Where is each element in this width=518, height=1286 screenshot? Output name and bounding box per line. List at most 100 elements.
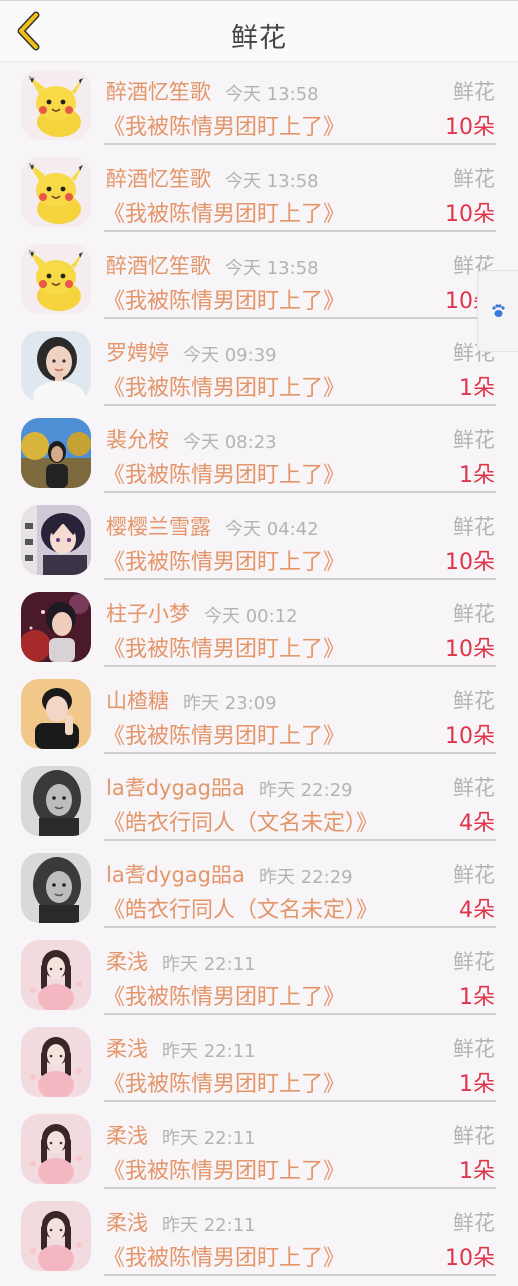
sender-name[interactable]: 柔浅 — [106, 946, 148, 976]
page-title: 鲜花 — [231, 23, 287, 54]
book-title[interactable]: 《我被陈情男团盯上了》 — [103, 109, 345, 141]
book-title[interactable]: 《我被陈情男团盯上了》 — [103, 544, 345, 576]
gift-row[interactable]: 罗娉婷 今天 09:39 鲜花 《我被陈情男团盯上了》 1朵 — [0, 329, 518, 416]
avatar[interactable] — [21, 940, 91, 1010]
avatar-image — [21, 331, 91, 401]
row-divider — [104, 317, 496, 319]
row-divider — [104, 665, 496, 667]
avatar-image — [21, 940, 91, 1010]
flower-count: 10朵 — [445, 724, 495, 749]
gift-row[interactable]: 醉酒忆笙歌 今天 13:58 鲜花 《我被陈情男团盯上了》 10朵 — [0, 155, 518, 242]
avatar-image — [21, 70, 91, 140]
avatar[interactable] — [21, 244, 91, 314]
sender-name[interactable]: la㖈dygag㗊a — [106, 772, 245, 802]
flower-count: 10朵 — [445, 637, 495, 662]
book-title[interactable]: 《我被陈情男团盯上了》 — [103, 718, 345, 750]
row-divider — [104, 926, 496, 928]
timestamp: 今天 09:39 — [183, 345, 277, 366]
avatar[interactable] — [21, 418, 91, 488]
avatar-image — [21, 853, 91, 923]
book-title[interactable]: 《我被陈情男团盯上了》 — [103, 1240, 345, 1272]
avatar[interactable] — [21, 157, 91, 227]
avatar[interactable] — [21, 1201, 91, 1271]
book-title[interactable]: 《我被陈情男团盯上了》 — [103, 1066, 345, 1098]
gift-row[interactable]: 柔浅 昨天 22:11 鲜花 《我被陈情男团盯上了》 1朵 — [0, 1112, 518, 1199]
row-divider — [104, 578, 496, 580]
timestamp: 今天 04:42 — [225, 519, 319, 540]
gift-list: 醉酒忆笙歌 今天 13:58 鲜花 《我被陈情男团盯上了》 10朵 醉酒忆笙歌 今天 13:… — [0, 68, 518, 1286]
gift-row[interactable]: 醉酒忆笙歌 今天 13:58 鲜花 《我被陈情男团盯上了》 10朵 — [0, 242, 518, 329]
sender-name[interactable]: 罗娉婷 — [106, 337, 169, 367]
sender-name[interactable]: 柔浅 — [106, 1207, 148, 1237]
row-divider — [104, 839, 496, 841]
row-divider — [104, 491, 496, 493]
timestamp: 昨天 23:09 — [183, 693, 277, 714]
avatar[interactable] — [21, 505, 91, 575]
paw-icon — [492, 304, 505, 317]
sender-name[interactable]: 裴允桉 — [106, 424, 169, 454]
floating-side-tab[interactable] — [477, 270, 518, 352]
flower-count: 1朵 — [459, 985, 495, 1010]
avatar[interactable] — [21, 331, 91, 401]
sender-name[interactable]: 醉酒忆笙歌 — [106, 76, 211, 106]
gift-row[interactable]: 裴允桉 今天 08:23 鲜花 《我被陈情男团盯上了》 1朵 — [0, 416, 518, 503]
sender-name[interactable]: 柱子小梦 — [106, 598, 190, 628]
gift-row[interactable]: 柔浅 昨天 22:11 鲜花 《我被陈情男团盯上了》 1朵 — [0, 938, 518, 1025]
book-title[interactable]: 《我被陈情男团盯上了》 — [103, 457, 345, 489]
avatar[interactable] — [21, 853, 91, 923]
sender-name[interactable]: 樱樱兰雪露 — [106, 511, 211, 541]
flower-count: 1朵 — [459, 463, 495, 488]
gift-row[interactable]: la㖈dygag㗊a 昨天 22:29 鲜花《皓衣行同人（文名未定）》 4朵 — [0, 764, 518, 851]
avatar[interactable] — [21, 70, 91, 140]
gift-type-label: 鲜花 — [453, 602, 495, 626]
avatar-image — [21, 1201, 91, 1271]
flower-count: 1朵 — [459, 376, 495, 401]
timestamp: 昨天 22:11 — [162, 954, 256, 975]
avatar[interactable] — [21, 766, 91, 836]
book-title[interactable]: 《我被陈情男团盯上了》 — [103, 283, 345, 315]
gift-row[interactable]: 柔浅 昨天 22:11 鲜花 《我被陈情男团盯上了》 10朵 — [0, 1199, 518, 1286]
row-divider — [104, 1187, 496, 1189]
avatar-image — [21, 679, 91, 749]
gift-type-label: 鲜花 — [453, 689, 495, 713]
avatar-image — [21, 157, 91, 227]
gift-row[interactable]: la㖈dygag㗊a 昨天 22:29 鲜花 《皓衣行同人（文名未定）》 4朵 — [0, 851, 518, 938]
sender-name[interactable]: 醉酒忆笙歌 — [106, 163, 211, 193]
sender-name[interactable]: la㖈dygag㗊a — [106, 859, 245, 889]
gift-row[interactable]: 柔浅 昨天 22:11 鲜花 《我被陈情男团盯上了》 1朵 — [0, 1025, 518, 1112]
avatar-image — [21, 766, 91, 836]
avatar-image — [21, 592, 91, 662]
gift-type-label: 鲜花 — [453, 776, 495, 800]
book-title[interactable]: 《皓衣行同人（文名未定）》 — [103, 805, 378, 837]
avatar[interactable] — [21, 1027, 91, 1097]
avatar-image — [21, 1027, 91, 1097]
top-nav-bar: 鲜花 — [0, 0, 518, 62]
timestamp: 昨天 22:29 — [259, 780, 353, 801]
avatar[interactable] — [21, 592, 91, 662]
gift-row[interactable]: 醉酒忆笙歌 今天 13:58 鲜花 《我被陈情男团盯上了》 10朵 — [0, 68, 518, 155]
timestamp: 昨天 22:11 — [162, 1215, 256, 1236]
gift-row[interactable]: 柱子小梦 今天 00:12 鲜花 《我被陈情男团盯上了》 10朵 — [0, 590, 518, 677]
book-title[interactable]: 《我被陈情男团盯上了》 — [103, 979, 345, 1011]
gift-row[interactable]: 山楂糖 昨天 23:09 鲜花《我被陈情男团盯上了》 10朵 — [0, 677, 518, 764]
book-title[interactable]: 《我被陈情男团盯上了》 — [103, 1153, 345, 1185]
sender-name[interactable]: 山楂糖 — [106, 685, 169, 715]
flower-count: 10朵 — [445, 115, 495, 140]
avatar-image — [21, 505, 91, 575]
book-title[interactable]: 《我被陈情男团盯上了》 — [103, 370, 345, 402]
avatar[interactable] — [21, 679, 91, 749]
sender-name[interactable]: 醉酒忆笙歌 — [106, 250, 211, 280]
avatar-image — [21, 1114, 91, 1184]
flower-count: 4朵 — [459, 811, 495, 836]
sender-name[interactable]: 柔浅 — [106, 1120, 148, 1150]
gift-type-label: 鲜花 — [453, 1211, 495, 1235]
avatar[interactable] — [21, 1114, 91, 1184]
book-title[interactable]: 《我被陈情男团盯上了》 — [103, 196, 345, 228]
book-title[interactable]: 《我被陈情男团盯上了》 — [103, 631, 345, 663]
gift-type-label: 鲜花 — [453, 515, 495, 539]
book-title[interactable]: 《皓衣行同人（文名未定）》 — [103, 892, 378, 924]
timestamp: 今天 13:58 — [225, 258, 319, 279]
timestamp: 昨天 22:11 — [162, 1041, 256, 1062]
gift-row[interactable]: 樱樱兰雪露 今天 04:42 鲜花 《我被陈情男团盯上了》 10朵 — [0, 503, 518, 590]
sender-name[interactable]: 柔浅 — [106, 1033, 148, 1063]
